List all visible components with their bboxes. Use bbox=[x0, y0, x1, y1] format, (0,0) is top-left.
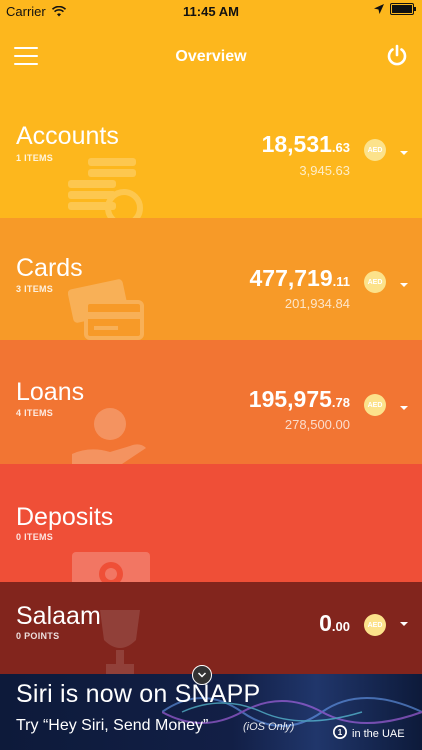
loans-amount-decimal: .78 bbox=[331, 395, 350, 410]
cards-amount: 477,719.11 bbox=[250, 265, 351, 292]
cards-currency-badge: AED bbox=[364, 271, 386, 293]
cards-secondary-amount: 201,934.84 bbox=[284, 296, 350, 311]
nav-bar: Overview bbox=[0, 22, 422, 94]
chevron-down-icon bbox=[197, 672, 207, 678]
accounts-currency-badge: AED bbox=[364, 139, 386, 161]
medal-icon: 1 bbox=[333, 725, 347, 739]
cards-amount-integer: 477,719 bbox=[249, 265, 333, 291]
deposits-subtitle: 0 ITEMS bbox=[16, 532, 54, 542]
salaam-subtitle: 0 POINTS bbox=[16, 631, 60, 641]
salaam-currency-badge: AED bbox=[364, 614, 386, 636]
accounts-amount-integer: 18,531 bbox=[261, 131, 332, 157]
accounts-secondary-amount: 3,945.63 bbox=[299, 163, 350, 178]
salaam-amount-integer: 0 bbox=[319, 610, 332, 636]
cards-subtitle: 3 ITEMS bbox=[16, 284, 54, 294]
loans-section[interactable]: Loans 4 ITEMS 195,975.78 278,500.00 AED bbox=[0, 340, 422, 464]
accounts-title: Accounts bbox=[16, 122, 119, 150]
loans-amount: 195,975.78 bbox=[249, 386, 350, 413]
safe-icon bbox=[72, 552, 150, 582]
loans-title: Loans bbox=[16, 378, 85, 406]
accounts-amount-decimal: .63 bbox=[331, 140, 350, 155]
chevron-down-icon[interactable] bbox=[398, 619, 410, 629]
salaam-amount: 0.00 bbox=[319, 610, 350, 637]
salaam-section[interactable]: Salaam 0 POINTS 0.00 AED bbox=[0, 582, 422, 674]
cards-section[interactable]: Cards 3 ITEMS 477,719.11 201,934.84 AED bbox=[0, 218, 422, 340]
chevron-down-icon[interactable] bbox=[398, 280, 410, 290]
credit-card-icon bbox=[68, 279, 144, 340]
loans-secondary-amount: 278,500.00 bbox=[284, 417, 350, 432]
page-title: Overview bbox=[175, 48, 247, 65]
deposits-section[interactable]: Deposits 0 ITEMS bbox=[0, 464, 422, 582]
power-icon[interactable] bbox=[386, 44, 408, 66]
banner-note: (iOS Only) bbox=[243, 721, 295, 733]
chevron-down-icon[interactable] bbox=[398, 403, 410, 413]
medal-number: 1 bbox=[338, 728, 343, 737]
chevron-down-icon[interactable] bbox=[398, 148, 410, 158]
accounts-subtitle: 1 ITEMS bbox=[16, 153, 54, 163]
loans-amount-integer: 195,975 bbox=[248, 386, 332, 412]
coins-icon bbox=[68, 158, 143, 218]
coin-hand-icon bbox=[72, 408, 146, 464]
siri-promo-banner[interactable]: Siri is now on SNAPP Try “Hey Siri, Send… bbox=[0, 674, 422, 750]
banner-expand-button[interactable] bbox=[192, 665, 212, 685]
salaam-title: Salaam bbox=[16, 602, 101, 630]
loans-currency-badge: AED bbox=[364, 394, 386, 416]
banner-headline: Siri is now on SNAPP bbox=[16, 680, 261, 708]
accounts-section[interactable]: Accounts 1 ITEMS 18,531.63 3,945.63 AED bbox=[0, 94, 422, 218]
loans-subtitle: 4 ITEMS bbox=[16, 408, 54, 418]
banner-badge-text: in the UAE bbox=[352, 728, 405, 740]
cards-amount-decimal: .11 bbox=[332, 274, 350, 289]
salaam-amount-decimal: .00 bbox=[331, 619, 350, 634]
location-arrow-icon bbox=[374, 4, 384, 14]
battery-icon bbox=[390, 3, 416, 15]
status-right bbox=[374, 3, 416, 15]
banner-tagline: Try “Hey Siri, Send Money” bbox=[16, 717, 209, 734]
cards-title: Cards bbox=[16, 254, 83, 282]
status-bar: Carrier 11:45 AM bbox=[0, 0, 422, 22]
accounts-amount: 18,531.63 bbox=[262, 131, 350, 158]
clock: 11:45 AM bbox=[183, 4, 239, 19]
deposits-title: Deposits bbox=[16, 503, 114, 531]
